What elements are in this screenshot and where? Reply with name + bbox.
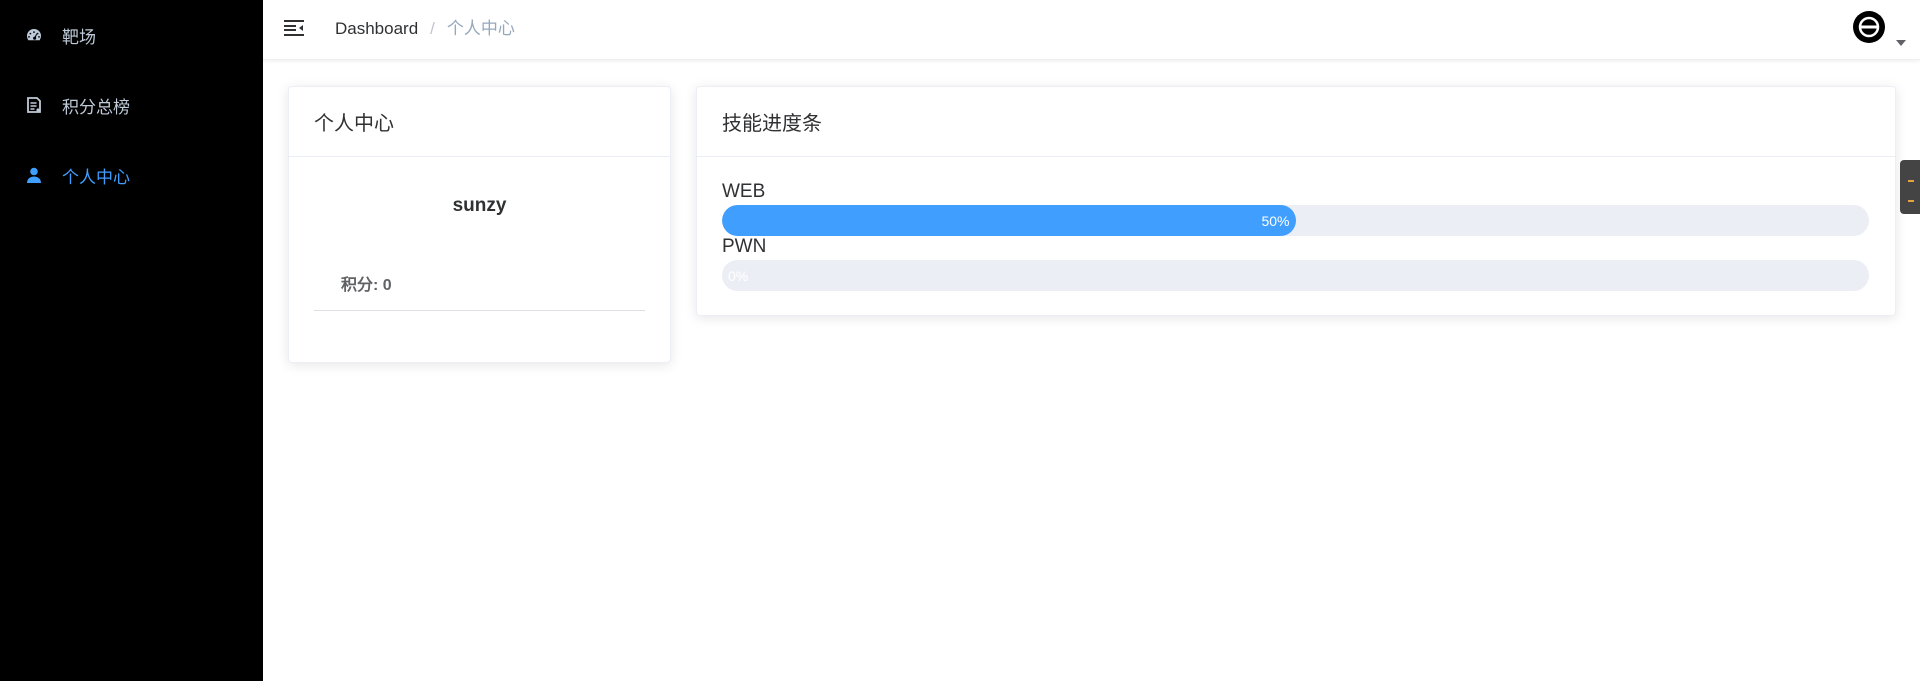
sidebar-item-range[interactable]: 靶场 [0, 0, 263, 70]
breadcrumb-dashboard[interactable]: Dashboard [335, 18, 418, 40]
skill-name-pwn: PWN [722, 236, 767, 257]
widget-tick [1908, 200, 1914, 202]
progress-track-web: 50% [722, 205, 1869, 236]
sidebar-item-personal-center[interactable]: 个人中心 [0, 140, 263, 210]
score-label: 积分: [341, 277, 383, 294]
sidebar-item-label: 积分总榜 [62, 97, 130, 117]
username: sunzy [452, 195, 507, 216]
progress-fill-pwn: 0% [722, 260, 1869, 291]
breadcrumb-separator: / [430, 19, 435, 38]
progress-fill-web: 50% [722, 205, 1296, 236]
sidebar-item-label: 靶场 [62, 27, 96, 47]
breadcrumb: Dashboard / 个人中心 [335, 18, 515, 40]
hamburger-icon[interactable] [283, 17, 305, 39]
dashboard-icon [25, 26, 43, 44]
progress-track-pwn: 0% [722, 260, 1869, 291]
skills-card-title: 技能进度条 [697, 87, 1895, 157]
sidebar: 靶场 积分总榜 个人中心 [0, 0, 263, 681]
avatar[interactable] [1853, 11, 1885, 43]
side-widget[interactable] [1900, 160, 1920, 214]
sidebar-item-scoreboard[interactable]: 积分总榜 [0, 70, 263, 140]
user-icon [25, 166, 43, 184]
skills-card: 技能进度条 WEB 50% PWN 0% [696, 86, 1896, 316]
avatar-image-icon [1854, 12, 1884, 42]
profile-card-title: 个人中心 [289, 87, 670, 157]
breadcrumb-current: 个人中心 [446, 19, 515, 38]
navbar: Dashboard / 个人中心 [263, 0, 1920, 60]
score-row: 积分: 0 [314, 271, 645, 311]
sidebar-item-label: 个人中心 [62, 167, 130, 187]
profile-card: 个人中心 sunzy 积分: 0 [288, 86, 671, 363]
skill-name-web: WEB [722, 181, 766, 202]
widget-tick [1908, 180, 1914, 182]
progress-text-web: 50% [1261, 212, 1290, 229]
scoreboard-icon [25, 96, 43, 114]
progress-text-pwn: 0% [728, 267, 749, 284]
caret-down-icon[interactable] [1896, 40, 1906, 46]
score-value: 0 [382, 277, 392, 294]
